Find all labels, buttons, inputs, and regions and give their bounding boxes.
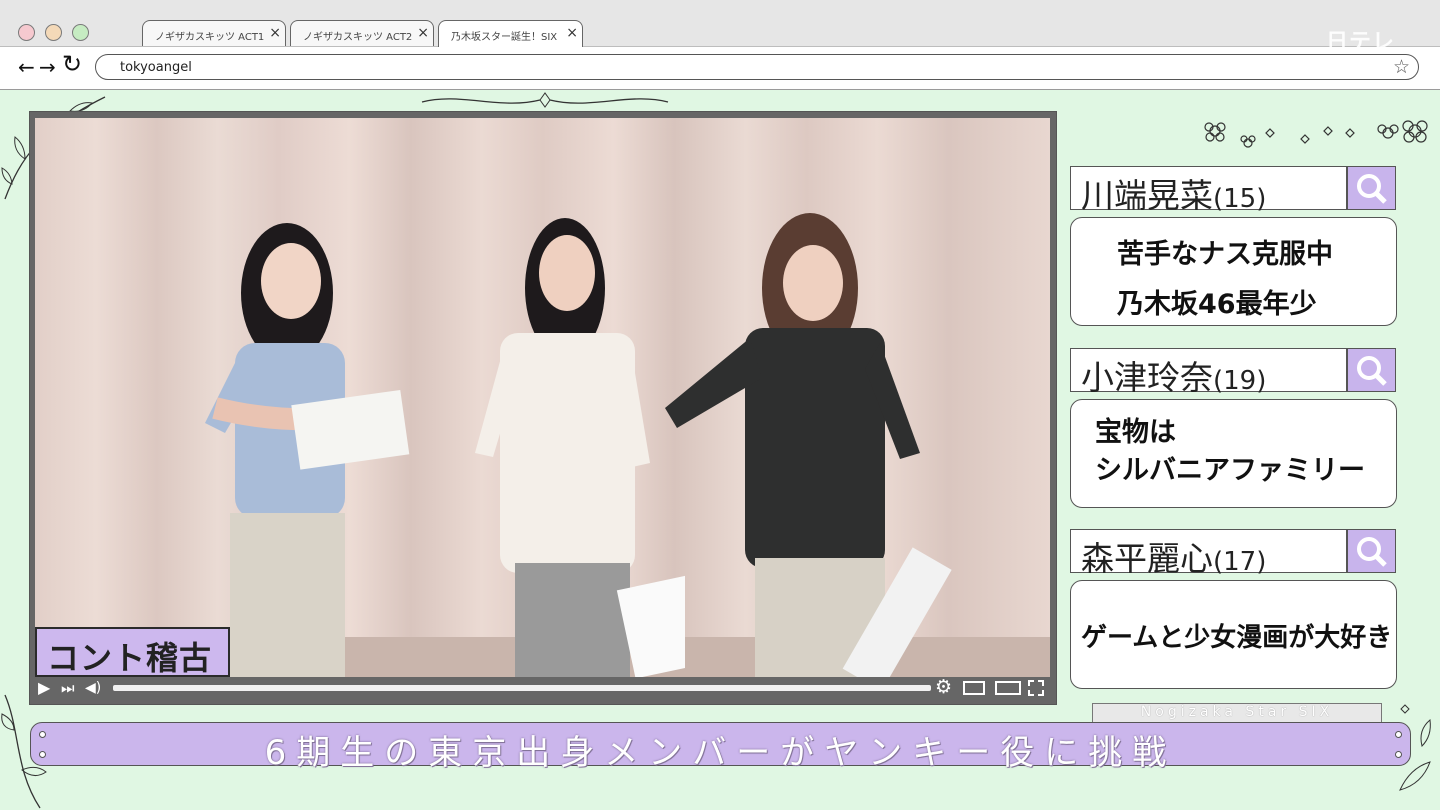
video-controls: ▶ ⏭ ◀) ⚙ — [35, 678, 1050, 700]
performer-center-image — [475, 218, 685, 677]
description-line: 乃木坂46最年少 — [1117, 289, 1317, 320]
member-name: 川端晃菜(15) — [1081, 176, 1267, 215]
minimize-window-dot[interactable] — [45, 24, 62, 41]
progress-bar[interactable] — [113, 685, 931, 691]
video-frame: コント稽古 — [35, 118, 1050, 677]
member-name: 小津玲奈(19) — [1081, 358, 1267, 397]
member-name-box-2: 小津玲奈(19) — [1070, 348, 1347, 397]
tab-label: ノギザカスキッツ ACT2 — [303, 32, 413, 43]
address-bar[interactable]: tokyoangel ☆ — [95, 54, 1419, 80]
tab-close-icon[interactable]: × — [269, 25, 281, 41]
next-icon[interactable]: ⏭ — [61, 679, 75, 697]
description-line: シルバニアファミリー — [1095, 455, 1365, 486]
browser-tab-bar: ノギザカスキッツ ACT1 × ノギザカスキッツ ACT2 × 乃木坂スター誕生… — [0, 0, 1440, 55]
subtitle-text: 6期生の東京出身メンバーがヤンキー役に挑戦 — [264, 733, 1177, 773]
search-icon — [1357, 174, 1387, 204]
forward-arrow-icon[interactable]: → — [39, 56, 56, 78]
settings-icon[interactable]: ⚙ — [935, 678, 952, 697]
volume-icon[interactable]: ◀) — [85, 679, 101, 697]
subtitle-banner: 6期生の東京出身メンバーがヤンキー役に挑戦 — [30, 722, 1411, 773]
url-text: tokyoangel — [120, 60, 192, 75]
ornament-top — [421, 92, 669, 108]
fullscreen-icon[interactable] — [1028, 680, 1044, 696]
tab-star-six[interactable]: 乃木坂スター誕生！SIX × — [438, 20, 583, 47]
back-arrow-icon[interactable]: ← — [18, 56, 35, 78]
performer-right-image — [665, 213, 952, 677]
video-player[interactable]: コント稽古 ▶ ⏭ ◀) ⚙ — [29, 111, 1057, 705]
member-description-1: 苦手なナス克服中 乃木坂46最年少 — [1070, 217, 1397, 326]
member-description-2: 宝物は シルバニアファミリー — [1070, 399, 1397, 508]
search-button-3[interactable] — [1347, 529, 1396, 573]
tab-label: 乃木坂スター誕生！SIX — [451, 32, 558, 43]
member-name-box-1: 川端晃菜(15) — [1070, 166, 1347, 215]
tab-act2[interactable]: ノギザカスキッツ ACT2 × — [290, 20, 434, 46]
member-description-3: ゲームと少女漫画が大好き — [1070, 580, 1397, 689]
member-name-box-3: 森平麗心(17) — [1070, 529, 1347, 578]
description-line: 苦手なナス克服中 — [1117, 239, 1333, 270]
close-window-dot[interactable] — [18, 24, 35, 41]
flower-decoration — [1204, 120, 1428, 148]
show-logo-plate: Nogizaka Star SIX — [1092, 703, 1382, 723]
description-line: 宝物は — [1095, 417, 1176, 448]
search-button-2[interactable] — [1347, 348, 1396, 392]
theater-mode-icon[interactable] — [995, 681, 1021, 695]
tab-act1[interactable]: ノギザカスキッツ ACT1 × — [142, 20, 286, 46]
performer-left-image — [205, 223, 410, 677]
search-icon — [1357, 356, 1387, 386]
browser-nav-bar: ← → ↻ tokyoangel ☆ — [0, 47, 1440, 90]
tab-close-icon[interactable]: × — [566, 25, 578, 41]
maximize-window-dot[interactable] — [72, 24, 89, 41]
description-line: ゲームと少女漫画が大好き — [1081, 623, 1393, 653]
tab-label: ノギザカスキッツ ACT1 — [155, 32, 265, 43]
play-icon[interactable]: ▶ — [38, 679, 50, 697]
scene-caption: コント稽古 — [35, 627, 230, 677]
search-icon — [1357, 537, 1387, 567]
member-name: 森平麗心(17) — [1081, 539, 1267, 578]
reload-icon[interactable]: ↻ — [62, 52, 82, 76]
search-button-1[interactable] — [1347, 166, 1396, 210]
star-icon[interactable]: ☆ — [1393, 56, 1410, 78]
miniplayer-icon[interactable] — [963, 681, 985, 695]
tab-close-icon[interactable]: × — [417, 25, 429, 41]
